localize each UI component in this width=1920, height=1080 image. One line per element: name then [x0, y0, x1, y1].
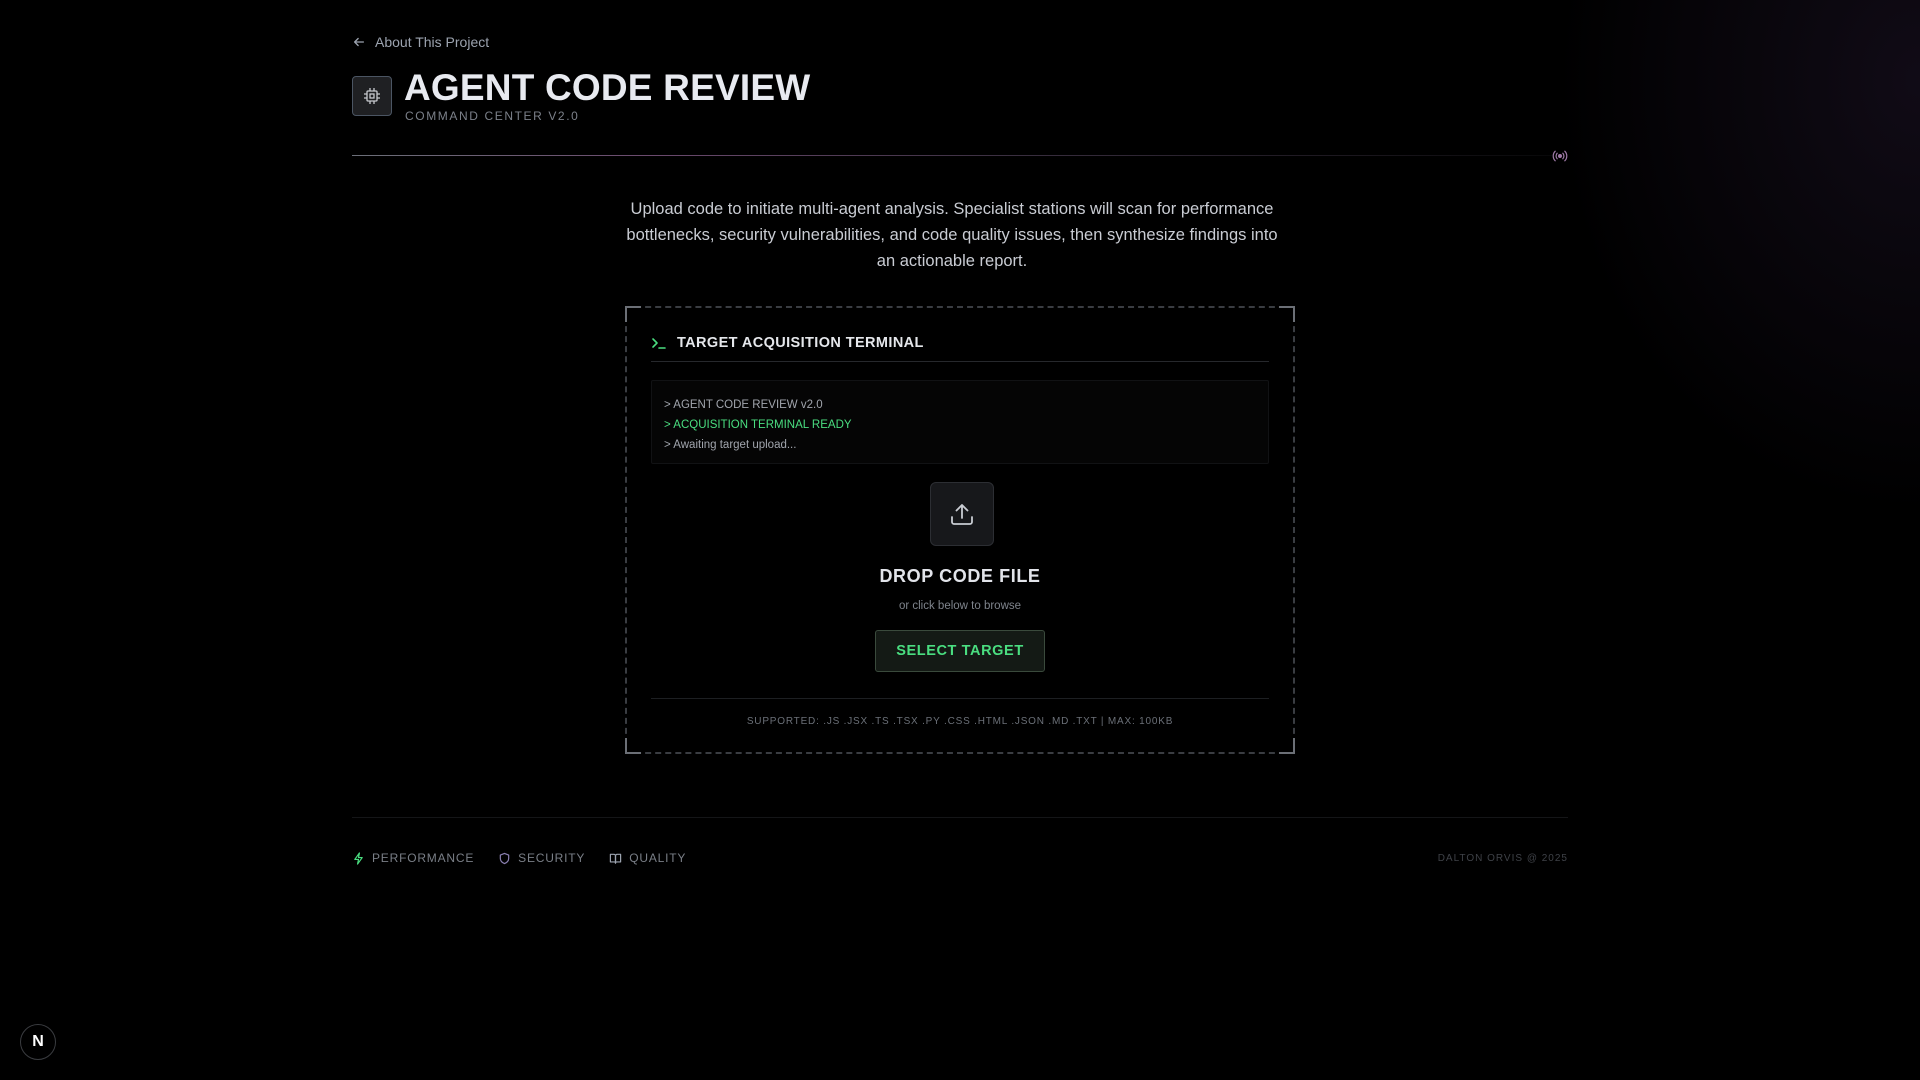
log-line-ready: > ACQUISITION TERMINAL READY	[664, 419, 852, 431]
upload-icon	[951, 504, 973, 525]
supported-formats: SUPPORTED: .JS .JSX .TS .TSX .PY .CSS .H…	[746, 716, 1174, 727]
book-icon	[610, 853, 622, 864]
back-link-label: About This Project	[375, 34, 490, 50]
panel-corner-top-right	[1279, 306, 1295, 322]
footer-item-label: PERFORMANCE	[372, 851, 475, 865]
broadcast-icon	[1552, 150, 1568, 162]
footer-item-security[interactable]: SECURITY	[498, 851, 585, 865]
intro-text: Upload code to initiate multi-agent anal…	[626, 200, 1278, 270]
footer-nav: PERFORMANCE SECURITY QUALITY	[352, 851, 686, 865]
panel-corner-top-left	[625, 306, 641, 322]
panel-corner-bottom-right	[1279, 738, 1295, 754]
footer-divider	[352, 817, 1568, 818]
terminal-title: TARGET ACQUISITION TERMINAL	[677, 334, 924, 351]
panel-corner-bottom-left	[625, 738, 641, 754]
select-target-button[interactable]: SELECT TARGET	[875, 630, 1045, 672]
footer-item-label: SECURITY	[518, 851, 586, 865]
lightning-icon	[354, 851, 363, 865]
footer-item-quality[interactable]: QUALITY	[609, 851, 686, 865]
main-container: About This Project AGENT CODE REVIEW COM…	[352, 0, 1568, 1080]
n-logo-badge[interactable]: N	[20, 1024, 56, 1060]
drop-title: DROP CODE FILE	[879, 566, 1041, 586]
acquisition-terminal-panel[interactable]: TARGET ACQUISITION TERMINAL > AGENT CODE…	[625, 306, 1295, 754]
log-line: > Awaiting target upload...	[664, 439, 797, 451]
terminal-header: TARGET ACQUISITION TERMINAL	[651, 332, 1269, 362]
back-link[interactable]: About This Project	[352, 32, 489, 52]
upload-icon-button[interactable]	[930, 482, 994, 546]
copyright-text: DALTON ORVIS @ 2025	[1437, 853, 1568, 864]
arrow-left-icon	[353, 37, 365, 47]
footer-item-label: QUALITY	[629, 851, 687, 865]
terminal-prompt-icon	[652, 337, 666, 349]
drop-subtitle: or click below to browse	[898, 600, 1022, 612]
terminal-log: > AGENT CODE REVIEW v2.0 > ACQUISITION T…	[651, 380, 1269, 464]
panel-divider	[651, 698, 1269, 699]
page-title: AGENT CODE REVIEW	[404, 67, 811, 108]
cpu-chip-icon	[352, 76, 392, 116]
shield-icon	[499, 852, 510, 864]
log-line: > AGENT CODE REVIEW v2.0	[664, 399, 823, 411]
footer-item-performance[interactable]: PERFORMANCE	[352, 851, 474, 865]
header-divider	[352, 155, 1552, 156]
page-subtitle: COMMAND CENTER V2.0	[405, 109, 580, 123]
